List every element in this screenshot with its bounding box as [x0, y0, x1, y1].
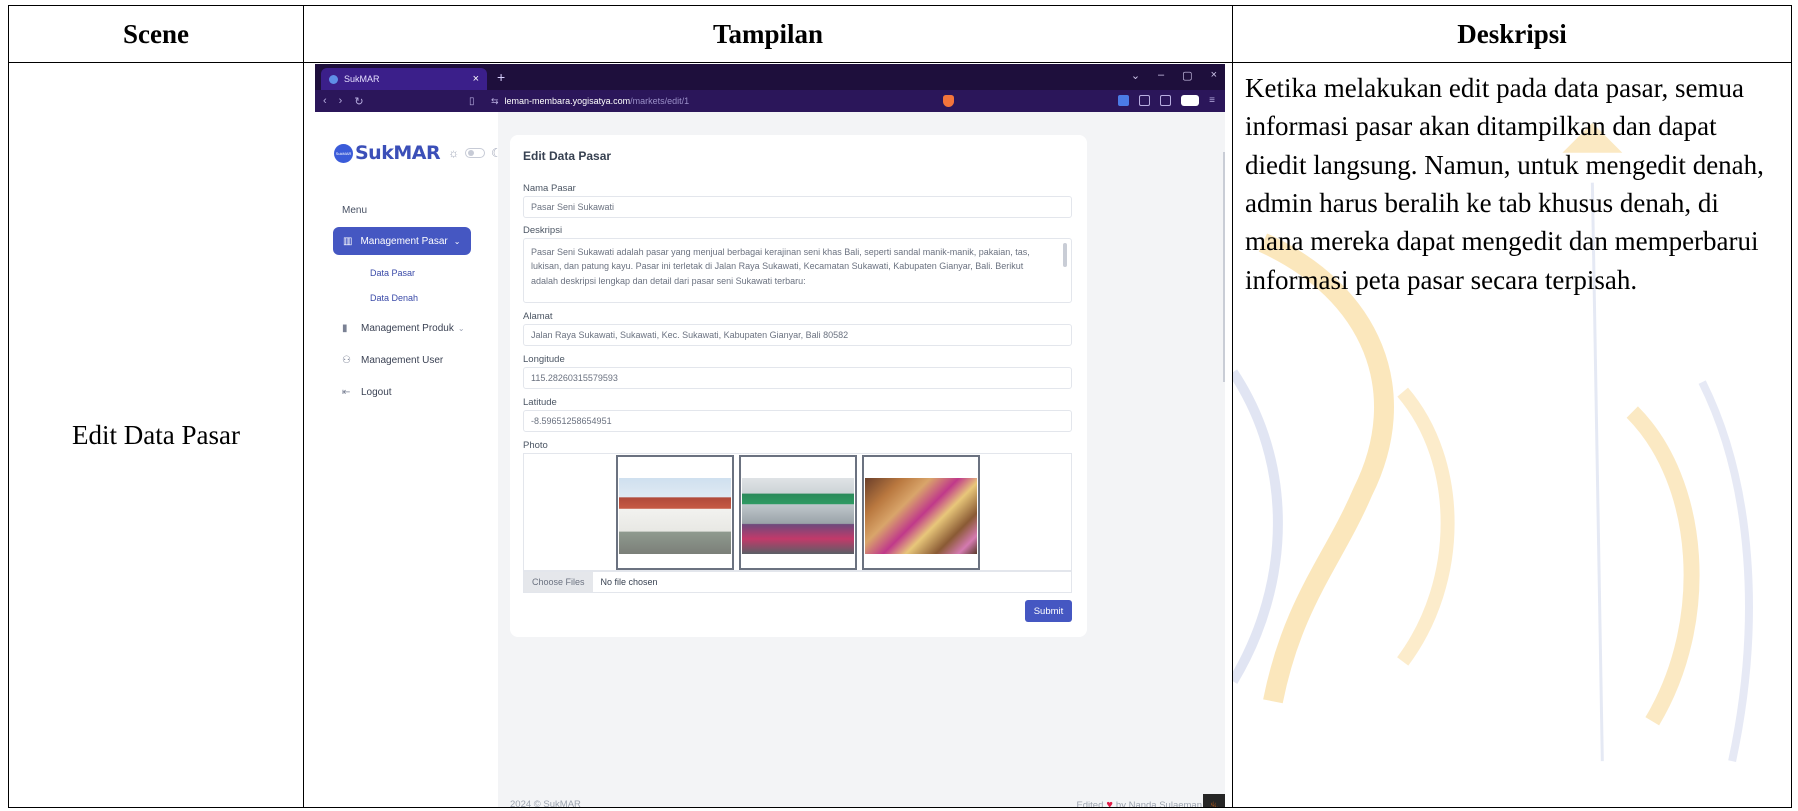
maximize-icon[interactable]: ▢ [1182, 69, 1192, 82]
nama-pasar-input[interactable]: Pasar Seni Sukawati [523, 196, 1072, 218]
file-input[interactable]: Choose Files No file chosen [523, 571, 1072, 593]
window-controls: ⌄ – ▢ × [1131, 69, 1217, 82]
deskripsi-text: Pasar Seni Sukawati adalah pasar yang me… [531, 247, 1030, 286]
bag-icon: ▮ [342, 323, 348, 334]
alamat-label: Alamat [523, 311, 553, 322]
sidebar-item-logout[interactable]: ⇤ Logout [342, 387, 392, 398]
page-scrollbar[interactable] [1223, 152, 1225, 382]
wallet-icon[interactable] [1181, 95, 1200, 106]
url-path: /markets/edit/1 [630, 96, 690, 106]
textarea-scrollbar[interactable] [1063, 243, 1067, 267]
logo-text: SukMAR [355, 142, 441, 164]
sidebar-subitem-data-denah[interactable]: Data Denah [370, 293, 418, 303]
chevron-down-icon: ⌄ [457, 324, 465, 333]
sidebar-item-management-user[interactable]: ⚇ Management User [342, 355, 443, 366]
browser-addressbar: ‹ › ↻ ▯ ⇆ leman-membara.yogisatya.com/ma… [315, 90, 1225, 112]
photo-thumbnail[interactable] [739, 455, 857, 570]
menu-label: Menu [342, 205, 368, 216]
photo-label: Photo [523, 440, 548, 451]
theme-toggle[interactable] [465, 148, 486, 158]
sidebar-toggle-icon[interactable] [1160, 95, 1172, 106]
footer-by: by Nanda Sulaeman [1115, 799, 1202, 808]
extension-icons: ≡ [1118, 95, 1215, 106]
header-deskripsi: Deskripsi [1232, 5, 1792, 63]
url-field[interactable]: ▯ ⇆ leman-membara.yogisatya.com/markets/… [469, 96, 690, 107]
footer-credit: Edited ♥ by Nanda Sulaeman [1076, 799, 1202, 808]
browser-tab-title: SukMAR [344, 74, 380, 84]
fire-icon[interactable]: ♨ [1203, 794, 1225, 807]
sidebar-item-label: Logout [361, 387, 392, 398]
users-icon: ⚇ [342, 355, 351, 366]
sidebar-item-label: Management User [361, 355, 444, 366]
forward-icon[interactable]: › [339, 95, 343, 108]
chevron-down-icon: ⌄ [453, 236, 461, 246]
alamat-input[interactable]: Jalan Raya Sukawati, Sukawati, Kec. Suka… [523, 324, 1072, 346]
photo-thumbnail[interactable] [862, 455, 980, 570]
close-tab-icon[interactable]: × [473, 73, 479, 85]
logo-mark: SukMAR [334, 143, 353, 163]
footer-edited: Edited [1076, 799, 1104, 808]
chevron-down-icon[interactable]: ⌄ [1131, 69, 1140, 82]
sidebar: SukMAR SukMAR ☼ ☾ Menu ▥ Management Pasa… [315, 112, 502, 807]
minimize-icon[interactable]: – [1158, 69, 1164, 82]
site-settings-icon[interactable]: ⇆ [491, 96, 499, 107]
reload-icon[interactable]: ↻ [354, 95, 363, 108]
latitude-label: Latitude [523, 397, 557, 408]
latitude-input[interactable]: -8.59651258654951 [523, 410, 1072, 432]
header-scene: Scene [8, 5, 304, 63]
page-title: Edit Data Pasar [523, 149, 612, 163]
photo-thumbnail[interactable] [616, 455, 734, 570]
close-window-icon[interactable]: × [1211, 69, 1217, 82]
extension-icon[interactable] [1118, 95, 1130, 106]
longitude-input[interactable]: 115.28260315579593 [523, 367, 1072, 389]
footer-copyright: 2024 © SukMAR [510, 799, 581, 808]
extension-icon[interactable] [1139, 95, 1151, 106]
deskripsi-label: Deskripsi [523, 225, 563, 236]
bookmark-icon[interactable]: ▯ [469, 96, 475, 107]
sidebar-item-label: Management Produk [361, 323, 454, 334]
sidebar-item-management-produk[interactable]: ▮ Management Produk ⌄ [342, 323, 465, 334]
submit-button[interactable]: Submit [1025, 600, 1072, 622]
edit-form-card: Edit Data Pasar Nama Pasar Pasar Seni Su… [510, 135, 1087, 637]
description-text: Ketika melakukan edit pada data pasar, s… [1245, 73, 1764, 295]
logo: SukMAR SukMAR ☼ ☾ [334, 142, 502, 164]
longitude-label: Longitude [523, 354, 565, 365]
back-icon[interactable]: ‹ [323, 95, 327, 108]
nama-label: Nama Pasar [523, 183, 576, 194]
new-tab-icon[interactable]: + [497, 69, 505, 85]
sidebar-item-label: Management Pasar [360, 235, 448, 247]
tampilan-cell: SukMAR × + ⌄ – ▢ × ‹ › ↻ ▯ ⇆ leman-memba… [303, 62, 1233, 808]
choose-files-button[interactable]: Choose Files [524, 572, 593, 592]
header-tampilan: Tampilan [303, 5, 1233, 63]
favicon-icon [329, 74, 338, 84]
browser-screenshot: SukMAR × + ⌄ – ▢ × ‹ › ↻ ▯ ⇆ leman-memba… [315, 64, 1225, 808]
logout-icon: ⇤ [342, 387, 351, 398]
scene-table: Scene Tampilan Deskripsi Edit Data Pasar… [8, 5, 1792, 808]
browser-tabbar: SukMAR × + ⌄ – ▢ × [315, 64, 1225, 90]
photo-gallery [523, 453, 1072, 571]
brave-shield-icon[interactable] [943, 95, 954, 107]
deskripsi-textarea[interactable]: Pasar Seni Sukawati adalah pasar yang me… [523, 238, 1072, 303]
heart-icon: ♥ [1106, 799, 1113, 808]
menu-icon[interactable]: ≡ [1209, 95, 1215, 106]
url-host: leman-membara.yogisatya.com [504, 96, 631, 106]
sun-icon: ☼ [448, 146, 460, 160]
browser-tab[interactable]: SukMAR × [321, 68, 487, 90]
scene-cell: Edit Data Pasar [8, 62, 304, 808]
no-file-text: No file chosen [600, 577, 658, 587]
moon-icon: ☾ [491, 146, 502, 160]
building-icon: ▥ [343, 235, 353, 247]
deskripsi-cell: Ketika melakukan edit pada data pasar, s… [1232, 62, 1792, 808]
sidebar-item-management-pasar[interactable]: ▥ Management Pasar ⌄ [333, 227, 471, 255]
sidebar-subitem-data-pasar[interactable]: Data Pasar [370, 268, 415, 278]
